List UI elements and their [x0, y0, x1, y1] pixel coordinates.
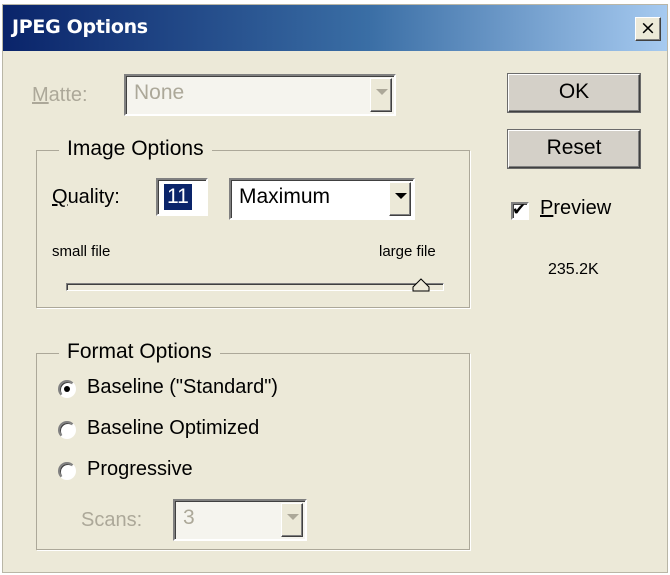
scans-label: Scans: [81, 509, 143, 531]
quality-label-mnemonic: Q [52, 186, 68, 208]
chevron-down-icon[interactable] [389, 182, 411, 216]
option-label-baseline-standard: Baseline ("Standard") [87, 376, 278, 398]
quality-label: Quality: [52, 186, 120, 209]
ok-button[interactable]: OK [508, 74, 640, 112]
quality-preset-select[interactable]: Maximum [229, 178, 415, 220]
scans-select[interactable]: 3 [173, 499, 307, 541]
chevron-down-icon[interactable] [281, 503, 303, 537]
file-size-readout: 235.2K [548, 261, 599, 278]
jpeg-options-dialog: JPEG Options × Matte: None Image Options… [2, 4, 668, 573]
preview-label-mnemonic: P [540, 197, 554, 219]
matte-label: Matte: [32, 84, 88, 107]
matte-label-text: atte: [48, 84, 88, 106]
quality-input[interactable]: 11 [156, 178, 208, 216]
quality-label-text: uality: [67, 186, 120, 208]
large-file-label: large file [379, 243, 436, 260]
image-options-legend: Image Options [59, 137, 212, 161]
radio-progressive[interactable] [58, 462, 76, 480]
matte-select[interactable]: None [124, 74, 396, 116]
reset-button-label: Reset [546, 136, 602, 159]
scans-value: 3 [183, 506, 195, 529]
format-options-legend: Format Options [59, 340, 220, 364]
matte-value: None [134, 81, 185, 104]
quality-slider-track[interactable] [66, 283, 444, 291]
window-title: JPEG Options [12, 16, 148, 38]
chevron-down-icon[interactable] [370, 78, 392, 112]
radio-baseline-optimized[interactable] [58, 421, 76, 439]
option-label-progressive: Progressive [87, 458, 193, 480]
title-bar[interactable]: JPEG Options × [3, 5, 667, 51]
preview-checkbox[interactable]: ✔ [511, 200, 529, 220]
quality-preset-value: Maximum [239, 185, 331, 208]
option-label-baseline-optimized: Baseline Optimized [87, 417, 260, 439]
check-icon: ✔ [512, 200, 527, 220]
preview-label-text: review [553, 197, 612, 219]
preview-label[interactable]: Preview [540, 197, 611, 220]
radio-baseline-standard[interactable] [58, 380, 76, 398]
reset-button[interactable]: Reset [508, 130, 640, 168]
matte-label-mnemonic: M [32, 84, 49, 106]
close-icon[interactable]: × [635, 17, 661, 41]
small-file-label: small file [52, 243, 111, 260]
slider-thumb-icon[interactable] [411, 278, 431, 292]
ok-button-label: OK [558, 80, 590, 103]
quality-value: 11 [164, 184, 192, 210]
